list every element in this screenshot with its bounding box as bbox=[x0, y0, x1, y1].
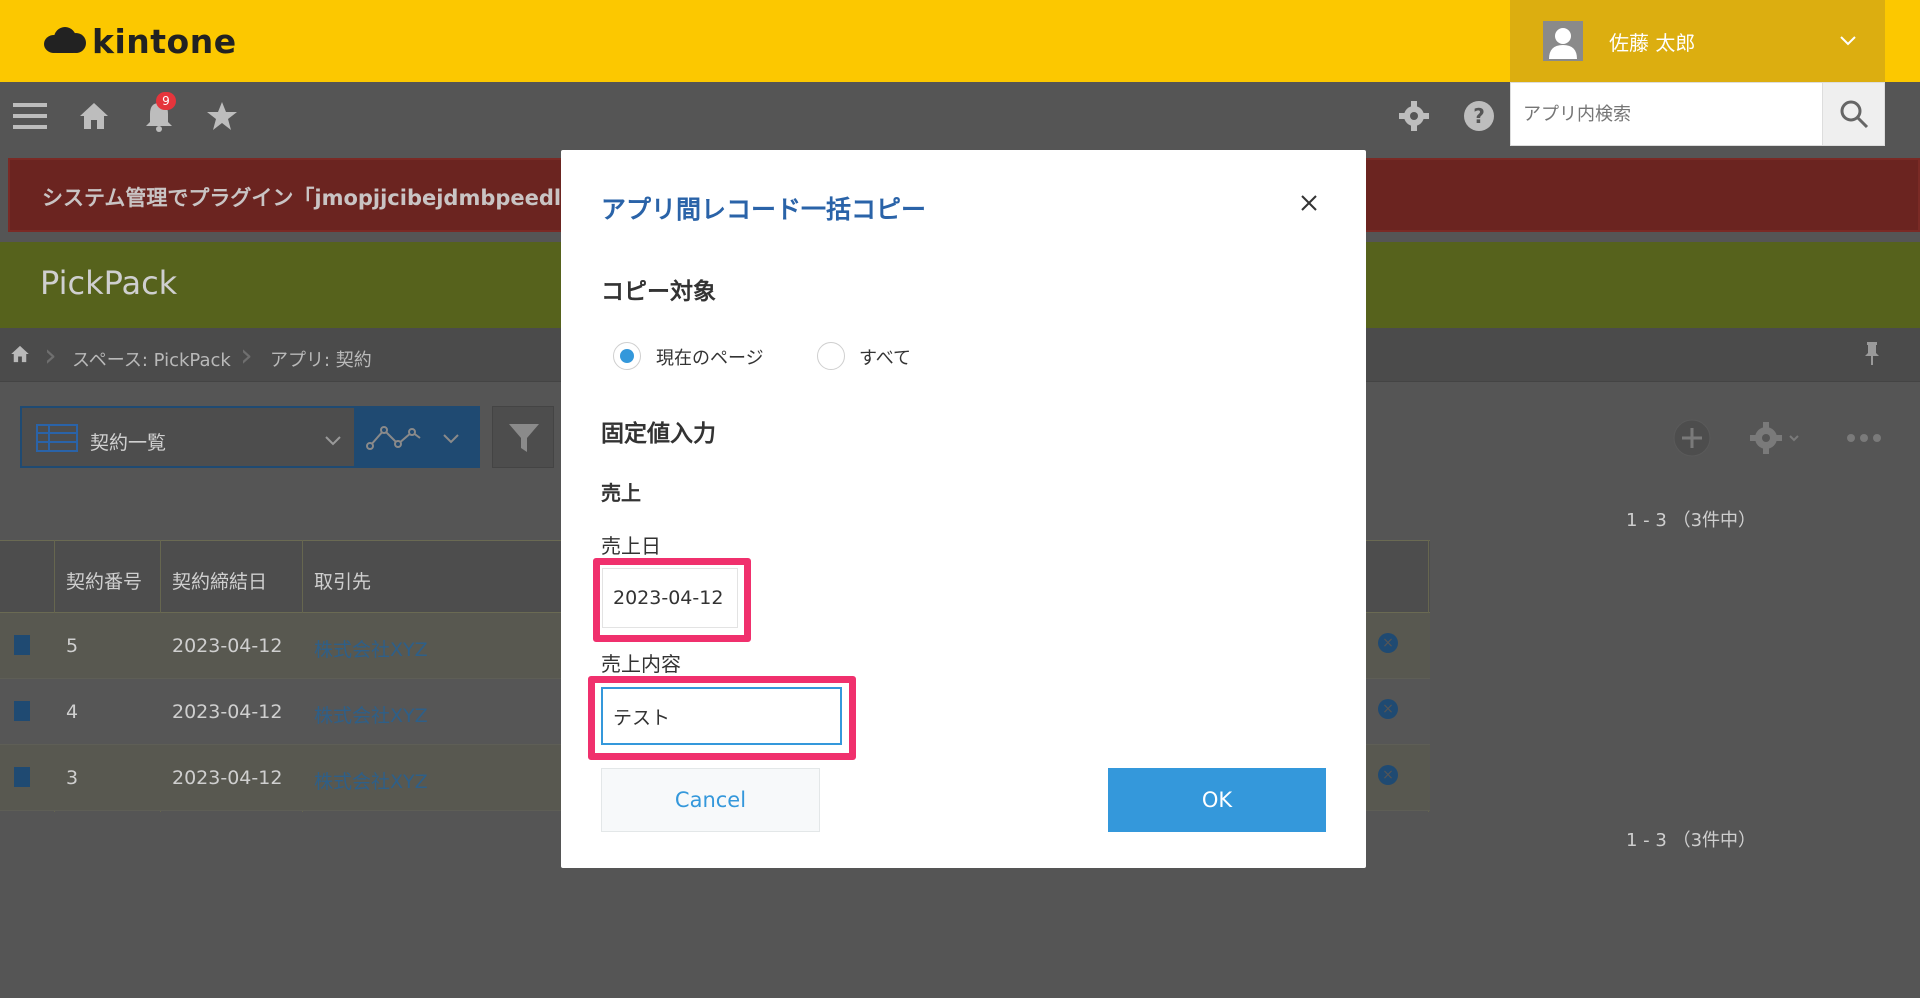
add-record-icon[interactable] bbox=[1672, 418, 1712, 462]
cancel-button[interactable]: Cancel bbox=[601, 768, 820, 832]
record-detail-icon[interactable] bbox=[14, 767, 30, 787]
menu-icon[interactable] bbox=[10, 96, 50, 136]
column-header[interactable]: 取引先 bbox=[314, 567, 371, 594]
banner-text: システム管理でプラグイン「jmopjjcibejdmbpeedl bbox=[42, 186, 562, 210]
logo-text: kintone bbox=[92, 21, 237, 61]
top-header: kintone 佐藤 太郎 bbox=[0, 0, 1920, 82]
cell-contract-no: 3 bbox=[66, 767, 79, 789]
sales-content-field[interactable] bbox=[601, 687, 842, 745]
dialog-title: アプリ間レコード一括コピー bbox=[601, 195, 927, 224]
svg-text:?: ? bbox=[1473, 104, 1485, 128]
ok-button[interactable]: OK bbox=[1108, 768, 1326, 832]
record-count-bottom: 1 - 3 （3件中） bbox=[1626, 830, 1757, 851]
delete-record-icon[interactable]: × bbox=[1378, 765, 1398, 785]
notification-badge: 9 bbox=[156, 92, 176, 110]
filter-button[interactable] bbox=[492, 406, 554, 468]
chevron-down-icon bbox=[442, 430, 460, 449]
sales-date-field[interactable] bbox=[602, 568, 738, 628]
space-title: PickPack bbox=[40, 264, 178, 302]
breadcrumb-space[interactable]: スペース: PickPack bbox=[72, 346, 231, 372]
home-icon[interactable] bbox=[74, 96, 114, 136]
sales-date-label: 売上日 bbox=[601, 534, 661, 558]
breadcrumb-app[interactable]: アプリ: 契約 bbox=[270, 346, 372, 372]
user-menu[interactable]: 佐藤 太郎 bbox=[1510, 0, 1885, 82]
delete-record-icon[interactable]: × bbox=[1378, 633, 1398, 653]
column-header[interactable]: 契約番号 bbox=[66, 567, 142, 594]
app-settings-gear-icon[interactable] bbox=[1748, 420, 1804, 460]
help-icon[interactable]: ? bbox=[1459, 96, 1499, 136]
record-detail-icon[interactable] bbox=[14, 701, 30, 721]
cell-contract-no: 4 bbox=[66, 701, 79, 723]
copy-target-title: コピー対象 bbox=[601, 279, 716, 305]
kintone-logo[interactable]: kintone bbox=[44, 20, 237, 62]
cell-contract-date: 2023-04-12 bbox=[172, 635, 283, 657]
more-options-icon[interactable] bbox=[1846, 430, 1882, 450]
chevron-down-icon bbox=[324, 432, 342, 451]
record-count-top: 1 - 3 （3件中） bbox=[1626, 510, 1757, 531]
table-view-icon bbox=[36, 424, 78, 456]
radio-current-page[interactable] bbox=[613, 342, 641, 370]
app-search bbox=[1510, 82, 1885, 146]
graph-button[interactable] bbox=[356, 406, 480, 468]
radio-all-label[interactable]: すべて bbox=[859, 344, 911, 370]
cell-contract-date: 2023-04-12 bbox=[172, 767, 283, 789]
chevron-down-icon bbox=[1839, 28, 1857, 52]
gear-icon[interactable] bbox=[1394, 96, 1434, 136]
fixed-input-title: 固定値入力 bbox=[601, 421, 716, 447]
bulk-copy-dialog: アプリ間レコード一括コピー コピー対象 現在のページ すべて 固定値入力 売上 … bbox=[561, 150, 1366, 868]
radio-all[interactable] bbox=[817, 342, 845, 370]
column-header[interactable]: 契約締結日 bbox=[172, 567, 267, 594]
pin-icon[interactable] bbox=[1864, 342, 1880, 370]
breadcrumb-separator: › bbox=[44, 336, 57, 374]
graph-icon bbox=[366, 422, 424, 456]
user-name: 佐藤 太郎 bbox=[1609, 30, 1696, 55]
view-selector[interactable]: 契約一覧 bbox=[20, 406, 356, 468]
cell-client-link[interactable]: 株式会社XYZ bbox=[314, 635, 428, 662]
breadcrumb-home-icon[interactable] bbox=[10, 344, 30, 368]
search-button[interactable] bbox=[1822, 83, 1884, 145]
breadcrumb-separator: › bbox=[240, 336, 253, 374]
cell-contract-date: 2023-04-12 bbox=[172, 701, 283, 723]
user-avatar-icon bbox=[1543, 21, 1583, 61]
cell-client-link[interactable]: 株式会社XYZ bbox=[314, 701, 428, 728]
star-icon[interactable] bbox=[202, 96, 242, 136]
filter-icon bbox=[507, 421, 541, 459]
close-icon[interactable] bbox=[1293, 188, 1325, 220]
view-name: 契約一覧 bbox=[90, 432, 167, 454]
search-icon bbox=[1840, 100, 1868, 129]
cloud-logo-icon bbox=[44, 27, 86, 55]
delete-record-icon[interactable]: × bbox=[1378, 699, 1398, 719]
search-input[interactable] bbox=[1511, 83, 1824, 145]
record-detail-icon[interactable] bbox=[14, 635, 30, 655]
sales-content-label: 売上内容 bbox=[601, 652, 681, 676]
sales-section-title: 売上 bbox=[601, 481, 641, 505]
radio-current-page-label[interactable]: 現在のページ bbox=[656, 344, 764, 370]
cell-client-link[interactable]: 株式会社XYZ bbox=[314, 767, 428, 794]
cell-contract-no: 5 bbox=[66, 635, 79, 657]
